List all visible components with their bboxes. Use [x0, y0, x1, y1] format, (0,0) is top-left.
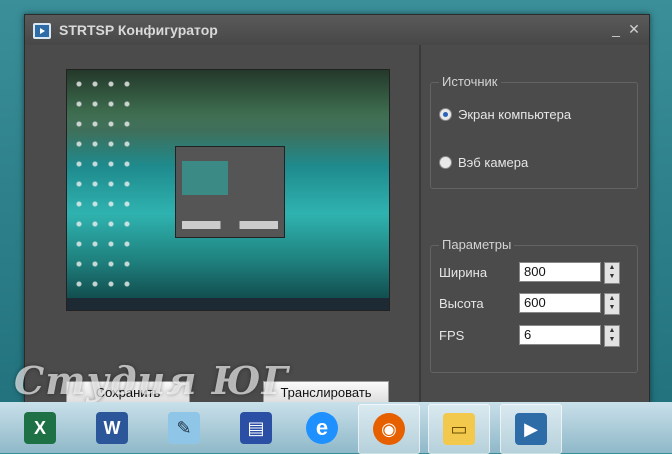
- taskbar-strtsp[interactable]: ▶: [500, 404, 562, 454]
- height-label: Высота: [439, 296, 484, 311]
- width-row: Ширина 800 ▲ ▼: [439, 262, 627, 284]
- screen-radio[interactable]: [439, 108, 452, 121]
- width-input[interactable]: 800: [519, 262, 601, 282]
- fps-stepper[interactable]: ▲ ▼: [604, 325, 620, 347]
- taskbar-excel[interactable]: X: [10, 404, 70, 452]
- preview-desktop-icons: [71, 74, 133, 294]
- screen-preview: [66, 69, 390, 311]
- taskbar: X W ✎ ▤ e ◉ ▭ ▶: [0, 402, 672, 454]
- height-up-icon[interactable]: ▲: [605, 294, 619, 303]
- fps-label: FPS: [439, 328, 465, 343]
- taskbar-server[interactable]: ▤: [226, 404, 286, 452]
- height-row: Высота 600 ▲ ▼: [439, 293, 627, 315]
- taskbar-internet-explorer[interactable]: e: [292, 404, 352, 452]
- excel-icon: X: [24, 412, 56, 444]
- params-group-title: Параметры: [439, 237, 515, 252]
- screen-radio-label: Экран компьютера: [458, 107, 572, 122]
- height-down-icon[interactable]: ▼: [605, 303, 619, 312]
- taskbar-explorer[interactable]: ▭: [428, 404, 490, 454]
- internet-explorer-icon: e: [306, 412, 338, 444]
- server-icon: ▤: [240, 412, 272, 444]
- height-input[interactable]: 600: [519, 293, 601, 313]
- configurator-window: STRTSP Конфигуратор _ ✕ Сохранить Трансл…: [24, 14, 650, 405]
- width-label: Ширина: [439, 265, 488, 280]
- source-group-title: Источник: [439, 74, 501, 89]
- webcam-radio[interactable]: [439, 156, 452, 169]
- preview-mini-window: [175, 146, 285, 238]
- preview-panel: Сохранить Транслировать: [28, 51, 414, 405]
- width-up-icon[interactable]: ▲: [605, 263, 619, 272]
- taskbar-notepad[interactable]: ✎: [154, 404, 214, 452]
- title-bar[interactable]: STRTSP Конфигуратор _ ✕: [25, 15, 649, 45]
- webcam-radio-label: Вэб камера: [458, 155, 529, 170]
- fps-down-icon[interactable]: ▼: [605, 335, 619, 344]
- settings-panel: Источник Экран компьютера Вэб камера Пар…: [423, 45, 649, 403]
- source-group: Источник Экран компьютера Вэб камера: [430, 74, 638, 189]
- close-button[interactable]: ✕: [627, 21, 641, 38]
- folder-icon: ▭: [443, 413, 475, 445]
- height-stepper[interactable]: ▲ ▼: [604, 293, 620, 315]
- params-group: Параметры Ширина 800 ▲ ▼ Высота 600 ▲ ▼ …: [430, 237, 638, 373]
- panel-divider: [419, 45, 421, 403]
- firefox-icon: ◉: [373, 413, 405, 445]
- window-title: STRTSP Конфигуратор: [59, 22, 218, 38]
- app-icon: [33, 23, 51, 39]
- source-option-screen[interactable]: Экран компьютера: [439, 107, 571, 122]
- source-option-webcam[interactable]: Вэб камера: [439, 155, 528, 170]
- strtsp-app-icon: ▶: [515, 413, 547, 445]
- taskbar-firefox[interactable]: ◉: [358, 404, 420, 454]
- notepad-icon: ✎: [168, 412, 200, 444]
- width-down-icon[interactable]: ▼: [605, 272, 619, 281]
- fps-up-icon[interactable]: ▲: [605, 326, 619, 335]
- fps-row: FPS 6 ▲ ▼: [439, 325, 627, 347]
- width-stepper[interactable]: ▲ ▼: [604, 262, 620, 284]
- taskbar-word[interactable]: W: [82, 404, 142, 452]
- fps-input[interactable]: 6: [519, 325, 601, 345]
- minimize-button[interactable]: _: [609, 21, 623, 37]
- word-icon: W: [96, 412, 128, 444]
- preview-taskbar: [67, 298, 389, 310]
